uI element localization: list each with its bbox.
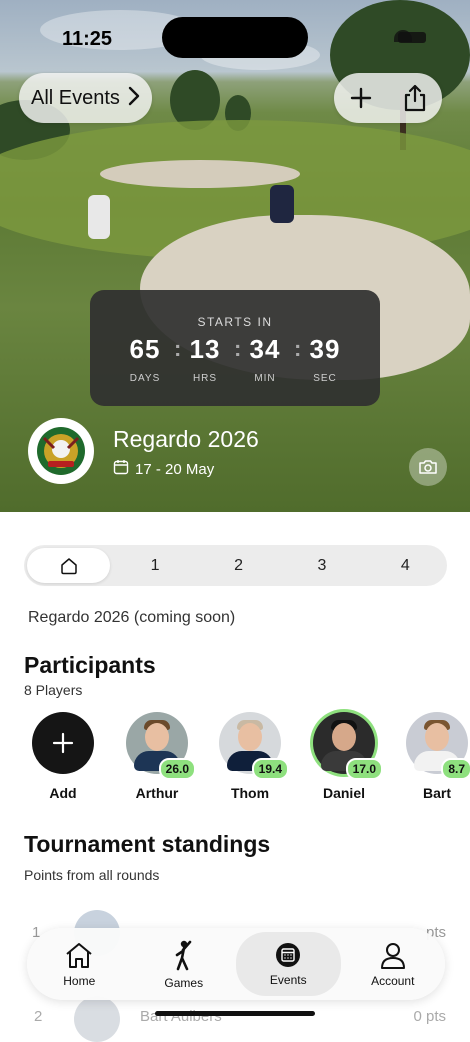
home-icon	[60, 557, 77, 574]
bottom-nav: Home Games Events Account	[27, 928, 445, 1000]
countdown-seconds: 39 SEC	[296, 334, 354, 384]
participants-title: Participants	[24, 652, 156, 678]
participant-name: Bart	[422, 785, 451, 801]
tab-round-3[interactable]: 3	[280, 545, 363, 586]
countdown-minutes: 34 MIN	[236, 334, 294, 384]
handicap-badge: 26.0	[158, 758, 196, 780]
camera-icon	[419, 460, 437, 474]
tab-round-4[interactable]: 4	[364, 545, 447, 586]
participant-name: Thom	[230, 785, 270, 801]
handicap-badge: 8.7	[441, 758, 470, 780]
countdown-hours: 13 HRS	[176, 334, 234, 384]
event-description: Regardo 2026 (coming soon)	[28, 609, 236, 626]
battery-icon	[398, 32, 426, 43]
participant-card[interactable]: 19.4 Thom	[215, 712, 289, 801]
calendar-icon	[113, 459, 129, 479]
standing-rank: 2	[34, 1008, 43, 1025]
round-tabs: 1 2 3 4	[24, 545, 447, 586]
handicap-badge: 19.4	[251, 758, 289, 780]
countdown-hours-label: HRS	[192, 373, 218, 384]
plus-icon	[52, 732, 74, 754]
event-logo	[28, 418, 94, 484]
nav-account-label: Account	[371, 973, 415, 988]
table-row[interactable]: 2 Bart Aulbers 0 pts	[24, 996, 454, 1042]
participants-count: 8 Players	[24, 682, 83, 698]
countdown-minutes-value: 34	[249, 334, 281, 364]
add-participant[interactable]: Add	[28, 712, 98, 801]
event-dates-text: 17 - 20 May	[135, 460, 215, 478]
all-events-label: All Events	[31, 86, 120, 109]
nav-games-label: Games	[164, 975, 204, 990]
club-crest-icon	[37, 427, 85, 475]
standings-subtitle: Points from all rounds	[24, 867, 160, 883]
home-indicator	[155, 1011, 315, 1016]
nav-games[interactable]: Games	[132, 928, 237, 1000]
countdown-panel: STARTS IN 65 DAYS : 13 HRS : 34 MIN : 39…	[90, 290, 380, 406]
nav-home[interactable]: Home	[27, 928, 132, 1000]
standings-title: Tournament standings	[24, 831, 271, 857]
add-participant-button[interactable]	[32, 712, 94, 774]
tab-round-2[interactable]: 2	[197, 545, 280, 586]
countdown-seconds-label: SEC	[313, 373, 337, 384]
tab-round-1[interactable]: 1	[113, 545, 196, 586]
house-icon	[66, 942, 92, 968]
participant-card[interactable]: 17.0 Daniel	[309, 712, 383, 801]
nav-home-label: Home	[63, 973, 96, 988]
participant-card[interactable]: 26.0 Arthur	[122, 712, 196, 801]
avatar: 19.4	[219, 712, 289, 780]
nav-events[interactable]: Events	[236, 932, 341, 996]
countdown-hours-value: 13	[189, 334, 221, 364]
dynamic-island	[162, 17, 308, 58]
event-dates: 17 - 20 May	[113, 459, 214, 479]
avatar	[74, 996, 120, 1042]
avatar: 26.0	[126, 712, 196, 780]
participant-name: Arthur	[135, 785, 179, 801]
all-events-button[interactable]: All Events	[19, 73, 152, 123]
handicap-badge: 17.0	[345, 758, 383, 780]
participant-name: Daniel	[322, 785, 365, 801]
avatar: 17.0	[313, 712, 383, 780]
countdown-heading: STARTS IN	[197, 315, 273, 329]
tab-home[interactable]	[27, 548, 111, 583]
golfer-icon	[175, 940, 192, 970]
header-actions	[334, 73, 442, 123]
countdown-minutes-label: MIN	[254, 373, 276, 384]
plus-icon[interactable]	[344, 81, 378, 115]
avatar: 8.7	[406, 712, 470, 780]
countdown-days: 65 DAYS	[116, 334, 174, 384]
countdown-days-value: 65	[129, 334, 161, 364]
person-icon	[380, 942, 405, 969]
chevron-right-icon	[128, 86, 140, 111]
status-time: 11:25	[62, 28, 113, 50]
add-participant-label: Add	[49, 785, 77, 801]
nav-events-label: Events	[269, 972, 307, 987]
standing-points: 0 pts	[413, 1008, 446, 1025]
calendar-icon	[276, 942, 301, 967]
countdown-seconds-value: 39	[309, 334, 341, 364]
share-icon[interactable]	[398, 81, 432, 115]
camera-button[interactable]	[409, 448, 447, 486]
nav-account[interactable]: Account	[341, 928, 446, 1000]
participants-list: Add 26.0 Arthur 19.4 Thom 17.0 Daniel 8.…	[0, 712, 470, 802]
countdown-days-label: DAYS	[129, 373, 161, 384]
event-title: Regardo 2026	[113, 426, 259, 452]
participant-card[interactable]: 8.7 Bart	[402, 712, 470, 801]
